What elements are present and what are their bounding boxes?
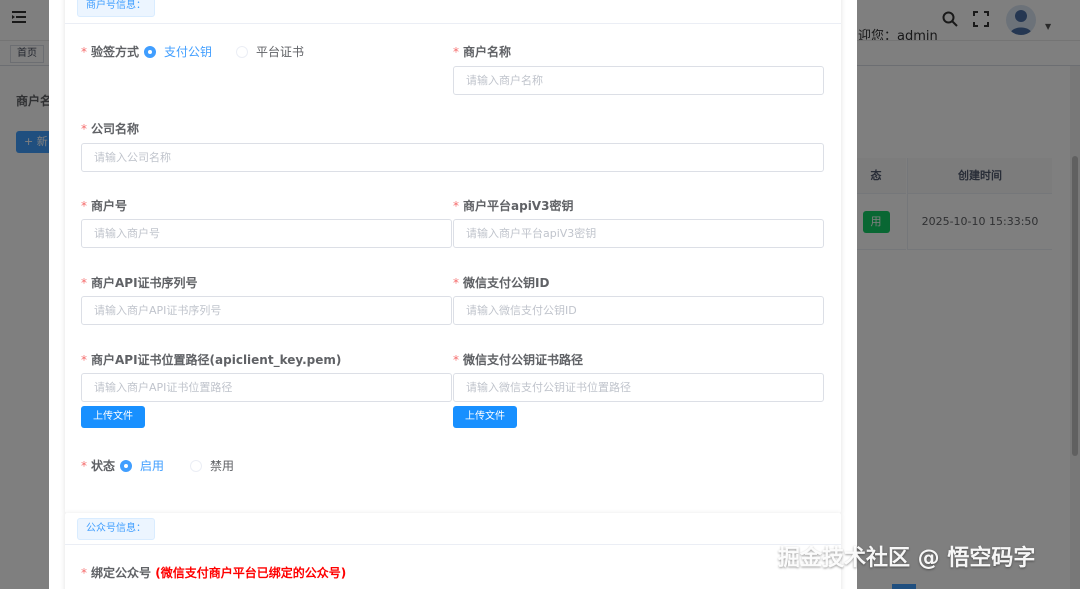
bind-official-label: * 绑定公众号 (微信支付商户平台已绑定的公众号) (81, 566, 347, 580)
merchant-no-label: * 商户号 (81, 199, 128, 213)
apiv3-key-input[interactable] (453, 219, 824, 248)
radio-pay-pubkey[interactable]: 支付公钥 (144, 43, 212, 60)
official-section-title: 公众号信息： (77, 518, 155, 540)
pubkey-cert-path-input[interactable] (453, 373, 824, 402)
merchant-info-card: 商户号信息： *验签方式 支付公钥 平台证书 *商户名称 *公司名称 *商户号 … (65, 0, 841, 513)
radio-status-disabled[interactable]: 禁用 (190, 457, 234, 474)
company-name-input[interactable] (81, 143, 824, 172)
merchant-no-input[interactable] (81, 219, 452, 248)
merchant-card-header: 商户号信息： (65, 0, 841, 24)
cert-path-label: * 商户API证书位置路径(apiclient_key.pem) (81, 353, 342, 367)
official-account-card: 公众号信息： * 绑定公众号 (微信支付商户平台已绑定的公众号) (65, 513, 841, 589)
pubkey-id-label: * 微信支付公钥ID (453, 276, 550, 290)
company-name-label: * 公司名称 (81, 122, 140, 136)
merchant-dialog: 商户号信息： *验签方式 支付公钥 平台证书 *商户名称 *公司名称 *商户号 … (49, 0, 857, 589)
upload-cert-button[interactable]: 上传文件 (81, 406, 145, 428)
status-label: * 状态 (81, 459, 116, 473)
apiv3-key-label: * 商户平台apiV3密钥 (453, 199, 574, 213)
official-card-header: 公众号信息： (65, 513, 841, 545)
bind-official-hint: (微信支付商户平台已绑定的公众号) (155, 566, 347, 580)
verify-method-label: * 验签方式 (81, 45, 140, 59)
merchant-section-title: 商户号信息： (77, 0, 155, 17)
upload-pubkey-cert-button[interactable]: 上传文件 (453, 406, 517, 428)
cert-serial-label: * 商户API证书序列号 (81, 276, 198, 290)
merchant-name-input[interactable] (453, 66, 824, 95)
watermark: 掘金技术社区 @ 悟空码字 (778, 546, 1036, 571)
pubkey-id-input[interactable] (453, 296, 824, 325)
radio-platform-cert[interactable]: 平台证书 (236, 43, 304, 60)
merchant-name-label: * 商户名称 (453, 45, 512, 59)
cert-path-input[interactable] (81, 373, 452, 402)
pubkey-cert-path-label: * 微信支付公钥证书路径 (453, 353, 584, 367)
cert-serial-input[interactable] (81, 296, 452, 325)
radio-status-enabled[interactable]: 启用 (120, 457, 164, 474)
